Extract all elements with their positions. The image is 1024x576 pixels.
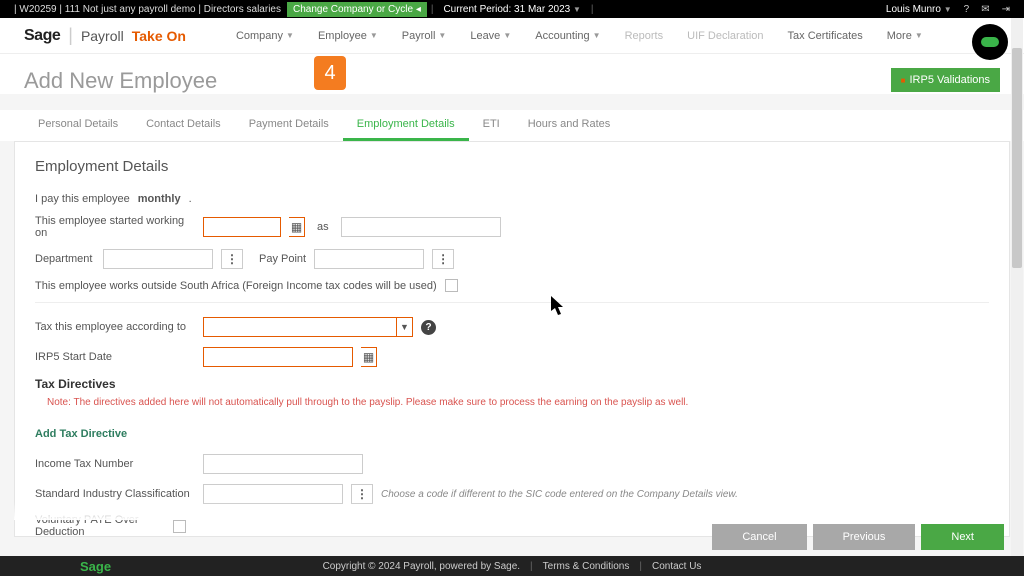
messages-icon[interactable]: ✉	[975, 4, 995, 15]
directives-note: Note: The directives added here will not…	[47, 397, 989, 408]
form-panel: Employment Details I pay this employee m…	[14, 141, 1010, 537]
nav-more[interactable]: More▼	[877, 26, 933, 46]
paypoint-lookup-icon[interactable]: ⋮	[432, 249, 454, 269]
assistant-bot-icon[interactable]	[972, 24, 1008, 60]
sic-label: Standard Industry Classification	[35, 488, 195, 500]
nav-reports: Reports	[615, 26, 674, 46]
nav-company[interactable]: Company▼	[226, 26, 304, 46]
sic-hint: Choose a code if different to the SIC co…	[381, 489, 738, 500]
irp5-start-picker-icon[interactable]: ▦	[361, 347, 377, 367]
divider: |	[587, 4, 598, 15]
scrollbar[interactable]	[1011, 18, 1023, 556]
footer-terms-link[interactable]: Terms & Conditions	[543, 561, 630, 572]
product-mode: Take On	[132, 28, 186, 44]
irp5-start-label: IRP5 Start Date	[35, 351, 195, 363]
irp5-start-input[interactable]	[203, 347, 353, 367]
sic-input[interactable]	[203, 484, 343, 504]
footer-logo: Sage	[80, 559, 111, 574]
sic-lookup-icon[interactable]: ⋮	[351, 484, 373, 504]
outside-sa-label: This employee works outside South Africa…	[35, 280, 437, 292]
top-system-bar: | W20259 | 111 Not just any payroll demo…	[0, 0, 1024, 18]
change-company-button[interactable]: Change Company or Cycle ◂	[287, 2, 427, 17]
divider: |	[427, 4, 438, 15]
add-tax-directive-link[interactable]: Add Tax Directive	[35, 428, 127, 440]
nav-accounting[interactable]: Accounting▼	[525, 26, 610, 46]
brand: Sage | Payroll Take On	[24, 25, 186, 46]
nav-payroll[interactable]: Payroll▼	[392, 26, 457, 46]
outside-sa-checkbox[interactable]	[445, 279, 458, 292]
as-label: as	[317, 221, 329, 233]
scrollbar-thumb[interactable]	[1012, 48, 1022, 268]
nav-uif: UIF Declaration	[677, 26, 773, 46]
step-marker: 4	[314, 56, 346, 90]
footer-copyright: Copyright © 2024 Payroll, powered by Sag…	[323, 561, 520, 572]
paypoint-label: Pay Point	[259, 253, 306, 265]
start-date-picker-icon[interactable]: ▦	[289, 217, 305, 237]
tab-hours[interactable]: Hours and Rates	[514, 110, 625, 141]
tab-employment[interactable]: Employment Details	[343, 110, 469, 141]
page-title: Add New Employee	[24, 68, 217, 94]
footer-contact-link[interactable]: Contact Us	[652, 561, 701, 572]
previous-button[interactable]: Previous	[813, 524, 916, 550]
page-header: Add New Employee IRP5 Validations	[0, 54, 1024, 94]
nav-leave[interactable]: Leave▼	[460, 26, 521, 46]
department-lookup-icon[interactable]: ⋮	[221, 249, 243, 269]
start-date-label: This employee started working on	[35, 215, 195, 239]
current-period[interactable]: Current Period: 31 Mar 2023 ▼	[437, 4, 586, 15]
paypoint-input[interactable]	[314, 249, 424, 269]
start-date-input[interactable]	[203, 217, 281, 237]
section-title: Employment Details	[35, 158, 989, 175]
voluntary-paye-checkbox[interactable]	[173, 520, 186, 533]
sage-logo: Sage	[24, 27, 60, 45]
nav-employee[interactable]: Employee▼	[308, 26, 388, 46]
wizard-tabs: Personal Details Contact Details Payment…	[0, 110, 1024, 141]
tab-eti[interactable]: ETI	[469, 110, 514, 141]
nav-tax[interactable]: Tax Certificates	[778, 26, 873, 46]
tab-payment[interactable]: Payment Details	[235, 110, 343, 141]
company-context: | W20259 | 111 Not just any payroll demo…	[8, 4, 287, 15]
tax-help-icon[interactable]: ?	[421, 320, 436, 335]
voluntary-paye-label: Voluntary PAYE Over Deduction	[35, 514, 165, 537]
product-name: Payroll	[81, 28, 124, 44]
department-input[interactable]	[103, 249, 213, 269]
footer: Sage Copyright © 2024 Payroll, powered b…	[0, 556, 1024, 576]
tab-personal[interactable]: Personal Details	[24, 110, 132, 141]
income-tax-label: Income Tax Number	[35, 458, 195, 470]
tax-directives-heading: Tax Directives	[35, 377, 989, 391]
pay-frequency-line: I pay this employee monthly.	[35, 193, 989, 205]
tab-contact[interactable]: Contact Details	[132, 110, 235, 141]
irp5-validations-button[interactable]: IRP5 Validations	[891, 68, 1000, 92]
main-navbar: Sage | Payroll Take On Company▼ Employee…	[0, 18, 1024, 54]
job-title-input[interactable]	[341, 217, 501, 237]
tax-method-select[interactable]: ▼	[203, 317, 413, 337]
department-label: Department	[35, 253, 95, 265]
wizard-buttons: Cancel Previous Next	[712, 524, 1004, 550]
exit-icon[interactable]: ⇥	[996, 4, 1016, 15]
help-icon[interactable]: ?	[958, 4, 976, 15]
tax-according-label: Tax this employee according to	[35, 321, 195, 333]
income-tax-input[interactable]	[203, 454, 363, 474]
user-menu[interactable]: Louis Munro ▼	[880, 4, 958, 15]
next-button[interactable]: Next	[921, 524, 1004, 550]
cancel-button[interactable]: Cancel	[712, 524, 806, 550]
